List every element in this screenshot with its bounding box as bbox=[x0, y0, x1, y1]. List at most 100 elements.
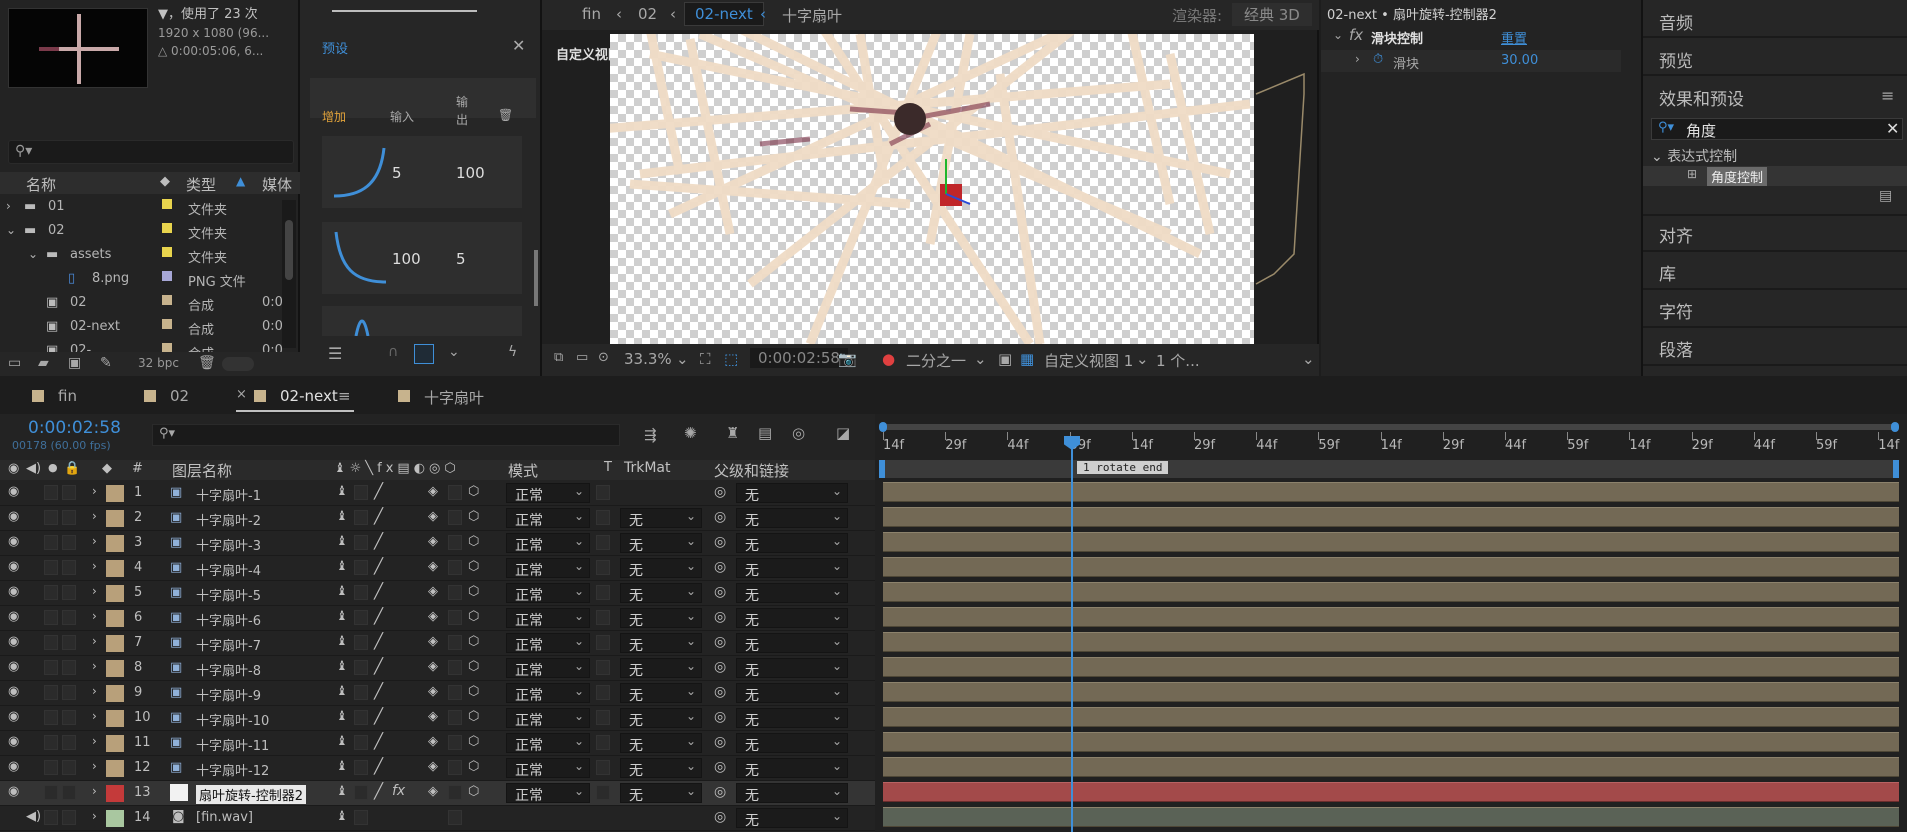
chevron-right-icon[interactable]: › bbox=[92, 684, 97, 698]
quality-icon[interactable]: ╱ bbox=[374, 557, 383, 575]
quality-icon[interactable]: ╱ bbox=[374, 482, 383, 500]
lock-checkbox[interactable] bbox=[62, 710, 76, 725]
solo-checkbox[interactable] bbox=[44, 535, 58, 550]
project-row[interactable]: ⌄ ▬ 02 文件夹 bbox=[0, 220, 282, 244]
chevron-right-icon[interactable]: › bbox=[92, 709, 97, 723]
adjustment-box[interactable] bbox=[448, 485, 462, 500]
expand-arrow-icon[interactable]: › bbox=[6, 199, 11, 213]
layer-row[interactable]: ◀) › 14 ◙ [fin.wav] ♝ ◎ 无 ⌄ bbox=[0, 806, 875, 831]
layer-name[interactable]: 十字扇叶-12 bbox=[196, 760, 269, 779]
motion-blur-switch-icon[interactable]: ◈ bbox=[428, 634, 438, 649]
trkmat-dropdown[interactable]: 无 ⌄ bbox=[620, 533, 702, 554]
parent-dropdown[interactable]: 无 ⌄ bbox=[736, 483, 848, 504]
sort-ascending-icon[interactable]: ▲ bbox=[236, 174, 245, 188]
motion-blur-switch-icon[interactable]: ◈ bbox=[428, 709, 438, 724]
solo-checkbox[interactable] bbox=[44, 610, 58, 625]
shy-switch-icon[interactable]: ♝ bbox=[336, 559, 348, 574]
layer-duration-bar[interactable] bbox=[883, 557, 1899, 577]
layer-duration-bar[interactable] bbox=[883, 682, 1899, 702]
project-search-input[interactable]: ⚲▾ bbox=[8, 140, 294, 164]
chevron-down-icon[interactable]: ⌄ bbox=[1302, 350, 1315, 368]
switch-box[interactable] bbox=[354, 810, 368, 825]
preset-card[interactable]: 100 5 bbox=[322, 222, 522, 294]
layer-name[interactable]: 十字扇叶-3 bbox=[196, 535, 261, 554]
trkmat-dropdown[interactable]: 无 ⌄ bbox=[620, 658, 702, 679]
parent-dropdown[interactable]: 无 ⌄ bbox=[736, 583, 848, 604]
preserve-transparency-box[interactable] bbox=[596, 635, 610, 650]
parent-dropdown[interactable]: 无 ⌄ bbox=[736, 708, 848, 729]
renderer-value[interactable]: 经典 3D bbox=[1232, 3, 1312, 26]
project-row[interactable]: ▣ 02-next 合成 0:0 bbox=[0, 316, 283, 340]
resolution-dropdown[interactable]: 二分之一 bbox=[906, 350, 966, 371]
stopwatch-icon[interactable]: ⏱ bbox=[1373, 52, 1383, 67]
trkmat-dropdown[interactable]: 无 ⌄ bbox=[620, 608, 702, 629]
trkmat-dropdown[interactable]: 无 ⌄ bbox=[620, 708, 702, 729]
layer-label-swatch[interactable] bbox=[106, 785, 124, 802]
trkmat-dropdown[interactable]: 无 ⌄ bbox=[620, 758, 702, 779]
blend-mode-dropdown[interactable]: 正常 ⌄ bbox=[506, 733, 590, 754]
layer-row[interactable]: ◉ › 4 ▣ 十字扇叶-4 ♝ ╱ ◈ ⬡ 正常 ⌄ 无 ⌄ ◎ 无 ⌄ bbox=[0, 556, 875, 581]
shy-switch-icon[interactable]: ♝ bbox=[336, 759, 348, 774]
pickwhip-icon[interactable]: ◎ bbox=[714, 684, 726, 700]
col-layer-name[interactable]: 图层名称 bbox=[172, 460, 232, 481]
new-folder-icon[interactable]: ▰ bbox=[38, 355, 49, 371]
switch-box[interactable] bbox=[354, 635, 368, 650]
solo-checkbox[interactable] bbox=[44, 510, 58, 525]
quality-icon[interactable]: ╱ bbox=[374, 657, 383, 675]
quality-icon[interactable]: ╱ bbox=[374, 732, 383, 750]
layer-label-swatch[interactable] bbox=[106, 760, 124, 777]
parent-dropdown[interactable]: 无 ⌄ bbox=[736, 783, 848, 804]
channel-icon[interactable]: ● bbox=[882, 350, 895, 368]
switch-box[interactable] bbox=[354, 760, 368, 775]
layer-duration-bar[interactable] bbox=[883, 607, 1899, 627]
layer-name[interactable]: 十字扇叶-4 bbox=[196, 560, 261, 579]
preserve-transparency-box[interactable] bbox=[596, 510, 610, 525]
layer-duration-bar[interactable] bbox=[883, 482, 1899, 502]
layer-name[interactable]: 十字扇叶-7 bbox=[196, 635, 261, 654]
quality-icon[interactable]: ╱ bbox=[374, 757, 383, 775]
layer-duration-bar[interactable] bbox=[883, 582, 1899, 602]
layer-row[interactable]: ◉ › 5 ▣ 十字扇叶-5 ♝ ╱ ◈ ⬡ 正常 ⌄ 无 ⌄ ◎ 无 ⌄ bbox=[0, 581, 875, 606]
layer-duration-bar[interactable] bbox=[883, 732, 1899, 752]
lock-checkbox[interactable] bbox=[62, 685, 76, 700]
quality-icon[interactable]: ╱ bbox=[374, 607, 383, 625]
solo-checkbox[interactable] bbox=[44, 635, 58, 650]
motion-blur-switch-icon[interactable]: ◈ bbox=[428, 659, 438, 674]
switch-box[interactable] bbox=[354, 585, 368, 600]
blend-mode-dropdown[interactable]: 正常 ⌄ bbox=[506, 533, 590, 554]
chevron-right-icon[interactable]: › bbox=[92, 759, 97, 773]
3d-cube-icon[interactable]: ⬡ bbox=[468, 784, 479, 799]
close-icon[interactable]: ✕ bbox=[512, 36, 525, 55]
pickwhip-icon[interactable]: ◎ bbox=[714, 784, 726, 800]
3d-cube-icon[interactable]: ⬡ bbox=[468, 509, 479, 524]
layer-name[interactable]: 十字扇叶-10 bbox=[196, 710, 269, 729]
parent-dropdown[interactable]: 无 ⌄ bbox=[736, 758, 848, 779]
shy-switch-icon[interactable]: ♝ bbox=[336, 784, 348, 799]
motion-blur-switch-icon[interactable]: ◈ bbox=[428, 734, 438, 749]
menu-icon[interactable]: ≡ bbox=[1881, 86, 1894, 105]
lock-checkbox[interactable] bbox=[62, 635, 76, 650]
3d-cube-icon[interactable]: ⬡ bbox=[468, 734, 479, 749]
eye-icon[interactable]: ◉ bbox=[8, 634, 19, 649]
3d-cube-icon[interactable]: ⬡ bbox=[468, 684, 479, 699]
parent-dropdown[interactable]: 无 ⌄ bbox=[736, 533, 848, 554]
motion-blur-switch-icon[interactable]: ◈ bbox=[428, 584, 438, 599]
chevron-down-icon[interactable]: ⌄ bbox=[1651, 149, 1663, 165]
solo-checkbox[interactable] bbox=[44, 760, 58, 775]
layer-row[interactable]: ◉ › 8 ▣ 十字扇叶-8 ♝ ╱ ◈ ⬡ 正常 ⌄ 无 ⌄ ◎ 无 ⌄ bbox=[0, 656, 875, 681]
switch-box[interactable] bbox=[354, 510, 368, 525]
trkmat-dropdown[interactable]: 无 ⌄ bbox=[620, 733, 702, 754]
composition-canvas[interactable] bbox=[610, 34, 1254, 344]
current-time[interactable]: 0:00:02:58 bbox=[28, 418, 121, 438]
quality-icon[interactable]: ╱ bbox=[374, 782, 383, 800]
chevron-down-icon[interactable]: ⌄ bbox=[448, 344, 460, 360]
chevron-right-icon[interactable]: › bbox=[92, 659, 97, 673]
reset-link[interactable]: 重置 bbox=[1501, 28, 1527, 47]
adjustment-box[interactable] bbox=[448, 635, 462, 650]
preserve-transparency-box[interactable] bbox=[596, 760, 610, 775]
layer-name[interactable]: 十字扇叶-2 bbox=[196, 510, 261, 529]
blend-mode-dropdown[interactable]: 正常 ⌄ bbox=[506, 633, 590, 654]
fit-icon[interactable]: ⛶ bbox=[700, 350, 711, 368]
adjustment-box[interactable] bbox=[448, 660, 462, 675]
layer-name[interactable]: 十字扇叶-9 bbox=[196, 685, 261, 704]
